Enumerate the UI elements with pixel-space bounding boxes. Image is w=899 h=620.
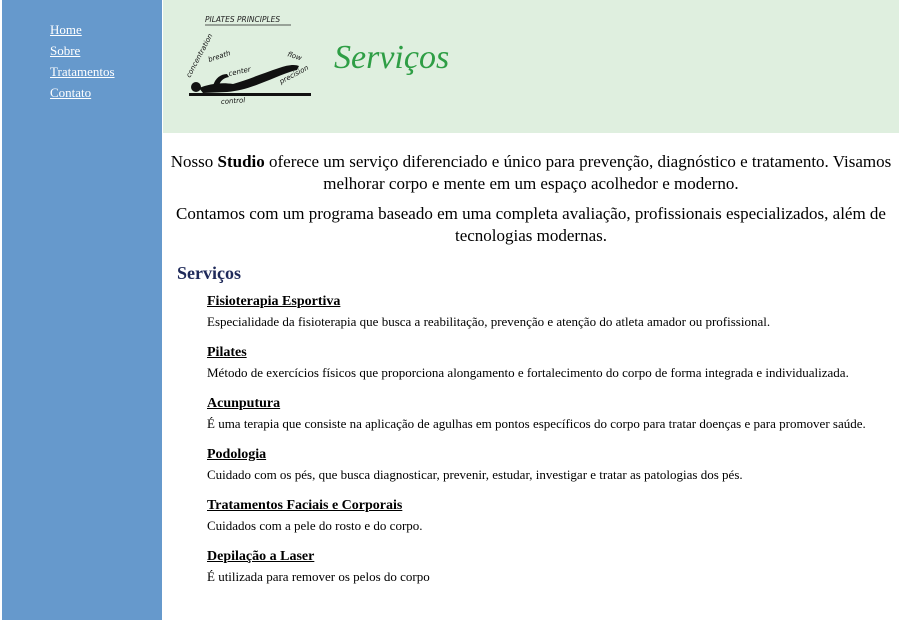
nav-link-contato[interactable]: Contato xyxy=(50,85,91,100)
service-description: Método de exercícios físicos que proporc… xyxy=(207,365,849,380)
intro-text-after: oferece um serviço diferenciado e único … xyxy=(264,152,892,193)
intro-paragraph-1: Nosso Studio oferece um serviço diferenc… xyxy=(163,151,899,195)
service-description: É uma terapia que consiste na aplicação … xyxy=(207,416,866,431)
service-item: Depilação a Laser É utilizada para remov… xyxy=(207,548,867,585)
section-heading: Serviços xyxy=(177,263,241,283)
sidebar: Home Sobre Tratamentos Contato xyxy=(2,0,162,620)
nav-item-contato: Contato xyxy=(50,84,162,105)
service-name: Acunputura xyxy=(207,396,281,411)
nav-list: Home Sobre Tratamentos Contato xyxy=(2,0,162,105)
pilates-logo: PILATES PRINCIPLES concentration breath … xyxy=(185,15,311,106)
service-description: Cuidado com os pés, que busca diagnostic… xyxy=(207,467,743,482)
logo-word-flow: flow xyxy=(286,50,303,62)
nav-link-sobre[interactable]: Sobre xyxy=(50,43,80,58)
service-item: Fisioterapia Esportiva Especialidade da … xyxy=(207,293,867,330)
intro-paragraph-2: Contamos com um programa baseado em uma … xyxy=(176,204,886,245)
main-content: Nosso Studio oferece um serviço diferenc… xyxy=(163,133,899,599)
logo-word-control: control xyxy=(221,96,246,106)
nav-item-tratamentos: Tratamentos xyxy=(50,63,162,84)
service-name: Depilação a Laser xyxy=(207,549,315,564)
nav-item-home: Home xyxy=(50,21,162,42)
nav-link-home[interactable]: Home xyxy=(50,22,82,37)
service-description: É utilizada para remover os pelos do cor… xyxy=(207,569,430,584)
page-title: Serviços xyxy=(334,39,450,76)
service-item: Tratamentos Faciais e Corporais Cuidados… xyxy=(207,497,867,534)
intro-studio-bold: Studio xyxy=(217,152,265,171)
service-item: Pilates Método de exercícios físicos que… xyxy=(207,344,867,381)
service-name: Podologia xyxy=(207,447,267,462)
service-item: Acunputura É uma terapia que consiste na… xyxy=(207,395,867,432)
header: PILATES PRINCIPLES concentration breath … xyxy=(163,0,899,133)
service-item: Podologia Cuidado com os pés, que busca … xyxy=(207,446,867,483)
logo-word-center: center xyxy=(228,65,253,78)
service-name: Pilates xyxy=(207,345,247,360)
nav-link-tratamentos[interactable]: Tratamentos xyxy=(50,64,115,79)
service-description: Especialidade da fisioterapia que busca … xyxy=(207,314,771,329)
page: Home Sobre Tratamentos Contato PILATES P… xyxy=(0,0,899,620)
logo-text: PILATES PRINCIPLES xyxy=(205,15,280,24)
logo-word-breath: breath xyxy=(207,49,231,64)
service-description: Cuidados com a pele do rosto e do corpo. xyxy=(207,518,423,533)
service-name: Tratamentos Faciais e Corporais xyxy=(207,498,403,513)
intro-text-before: Nosso xyxy=(170,152,218,171)
services-list: Fisioterapia Esportiva Especialidade da … xyxy=(207,293,867,585)
nav-item-sobre: Sobre xyxy=(50,42,162,63)
service-name: Fisioterapia Esportiva xyxy=(207,294,341,309)
